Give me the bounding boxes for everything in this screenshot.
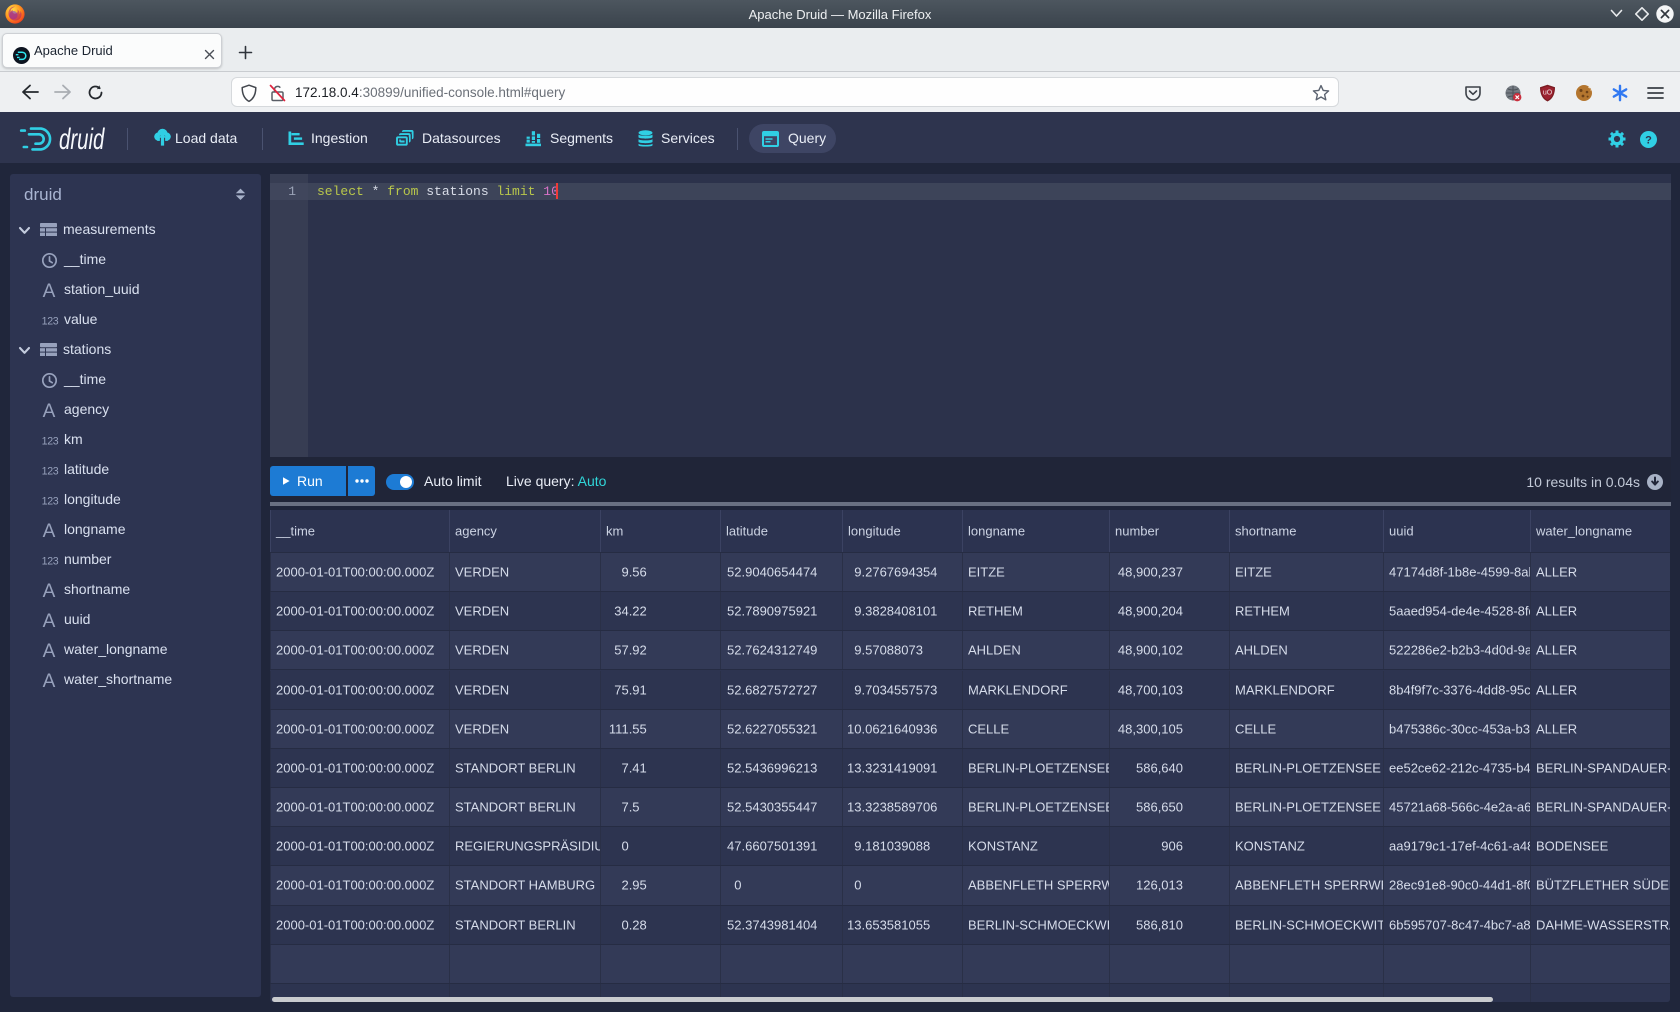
svg-text:123: 123 [42,435,59,446]
svg-text:A: A [43,402,56,418]
svg-text:A: A [43,642,56,658]
svg-text:A: A [43,582,56,598]
svg-text:A: A [43,522,56,538]
svg-text:123: 123 [42,555,59,566]
svg-text:A: A [43,612,56,628]
svg-text:A: A [43,282,56,298]
svg-text:123: 123 [42,465,59,476]
svg-text:123: 123 [42,495,59,506]
svg-text:uO: uO [1543,90,1553,97]
svg-text:123: 123 [42,315,59,326]
svg-text:A: A [43,672,56,688]
svg-text:?: ? [1645,134,1652,146]
